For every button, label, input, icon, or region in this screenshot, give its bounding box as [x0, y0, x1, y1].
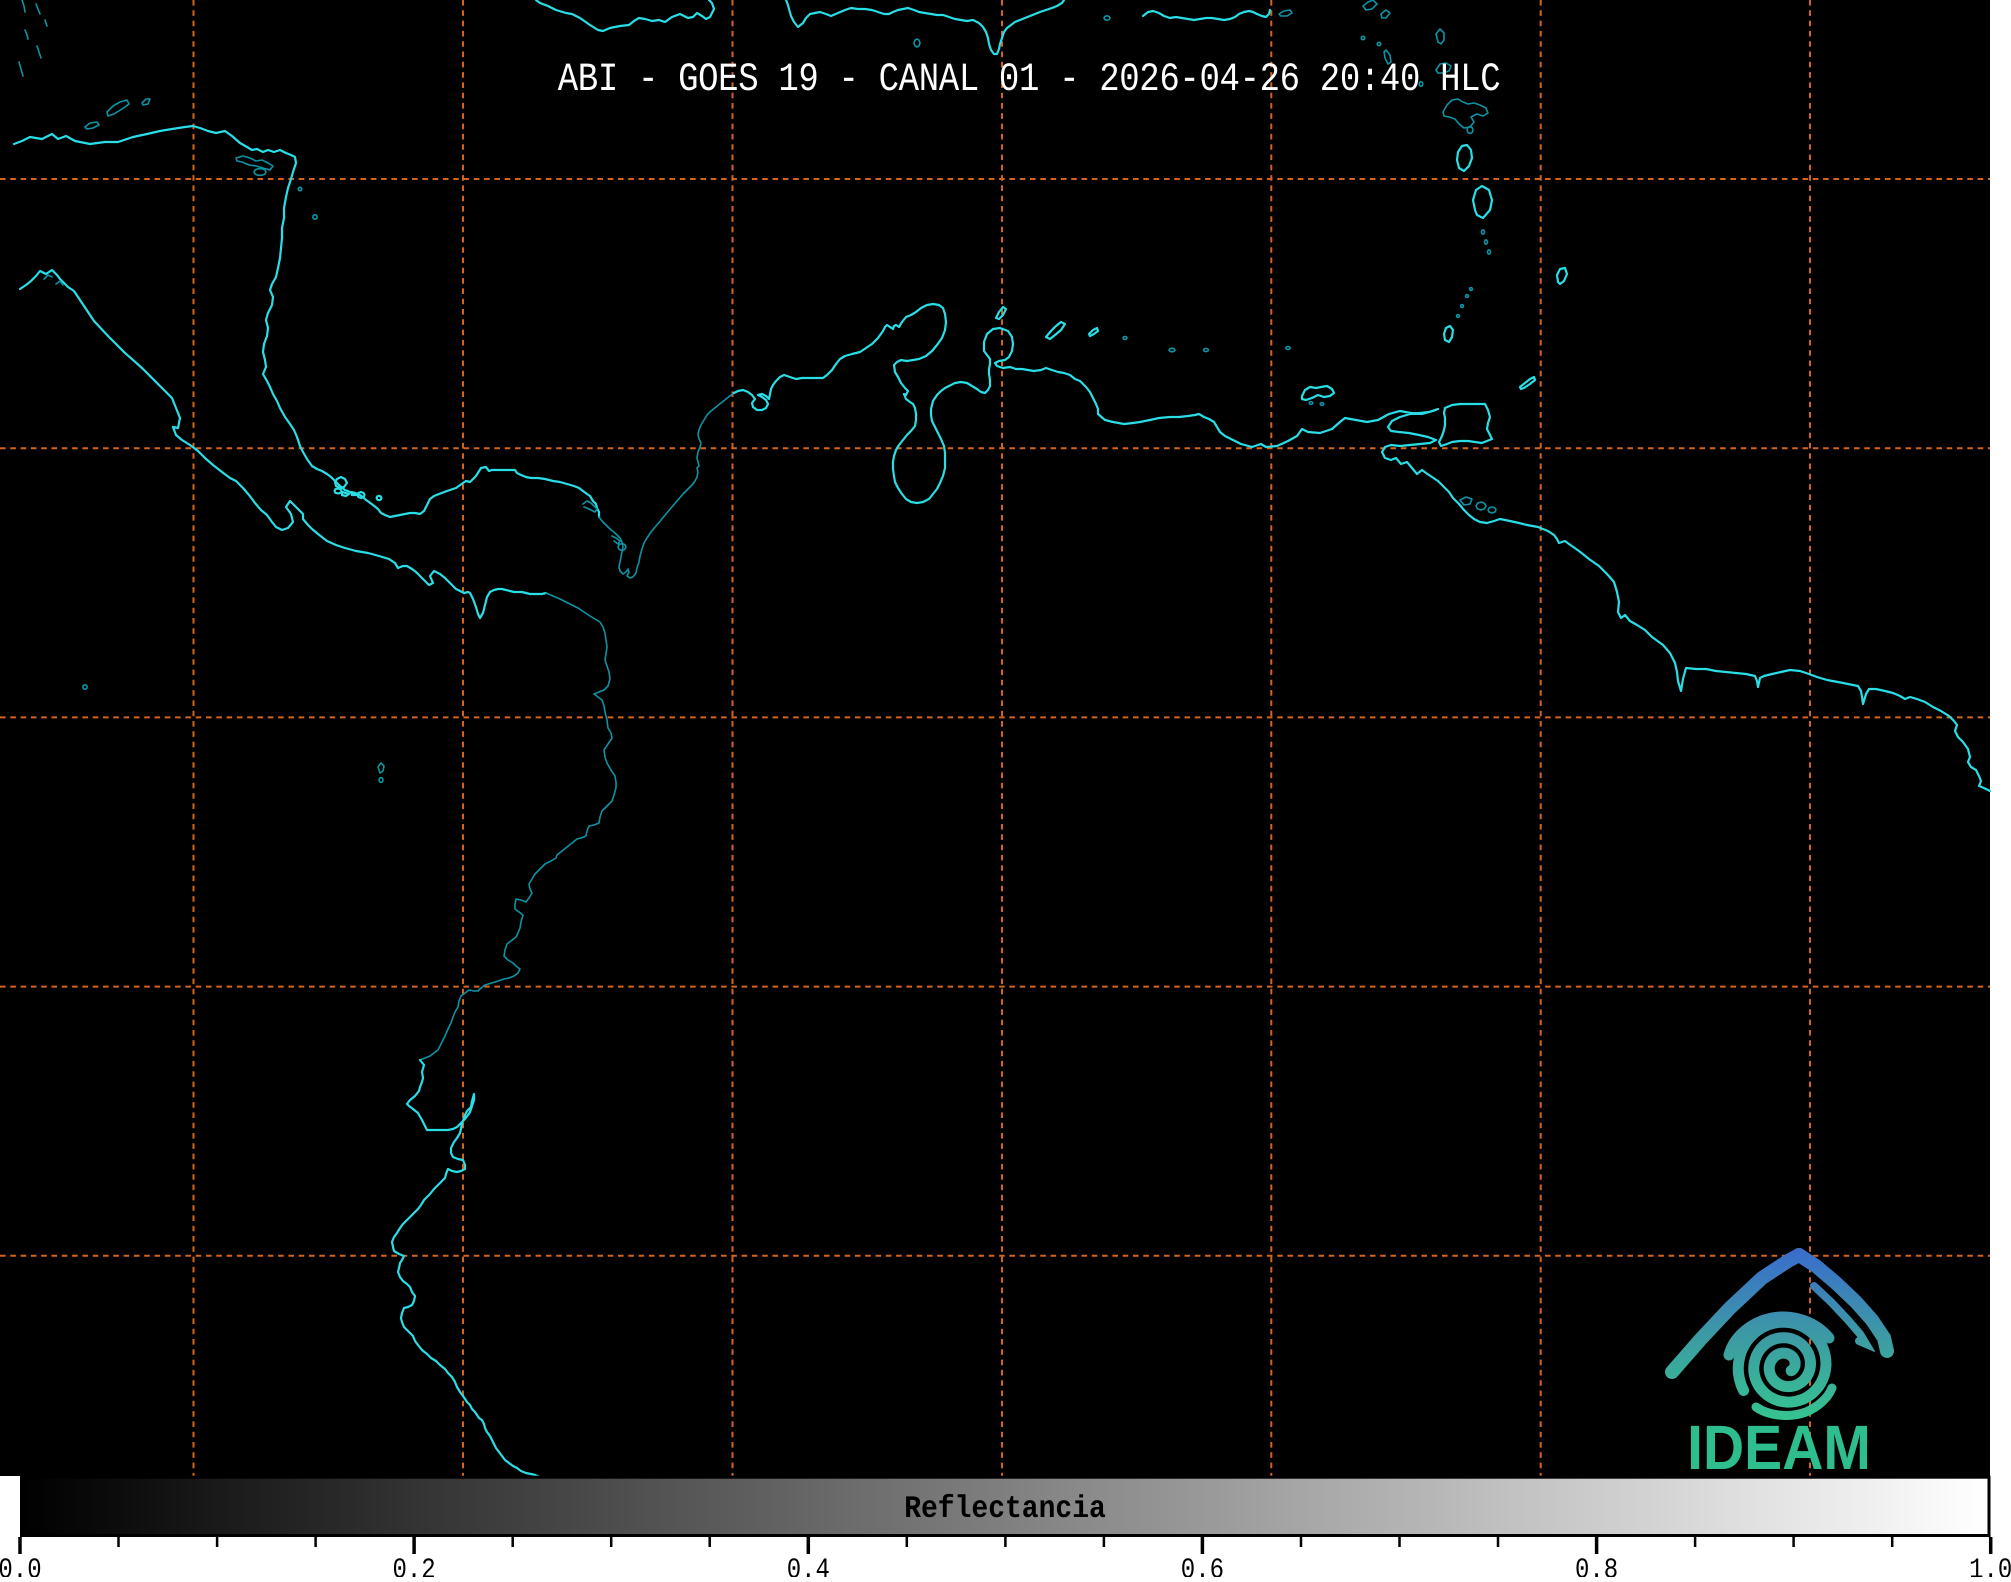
svg-text:0.4: 0.4 [787, 1555, 830, 1577]
svg-text:Reflectancia: Reflectancia [904, 1492, 1106, 1527]
svg-text:0.6: 0.6 [1181, 1555, 1224, 1577]
svg-text:0.2: 0.2 [392, 1555, 435, 1577]
svg-text:0.8: 0.8 [1575, 1555, 1618, 1577]
svg-text:IDEAM: IDEAM [1687, 1413, 1871, 1483]
svg-text:0.0: 0.0 [0, 1555, 42, 1577]
svg-text:ABI - GOES 19 - CANAL 01 - 202: ABI - GOES 19 - CANAL 01 - 2026-04-26 20… [558, 58, 1501, 103]
svg-text:1.0: 1.0 [1969, 1555, 2011, 1577]
